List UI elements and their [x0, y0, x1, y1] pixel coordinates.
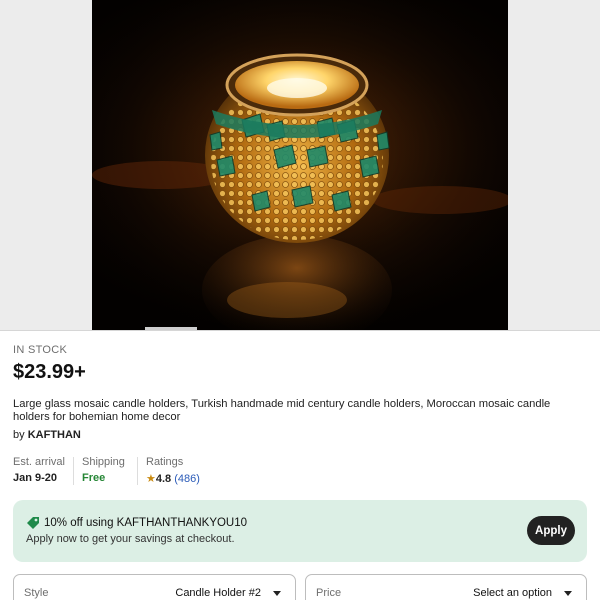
shipping-value: Free [82, 472, 106, 484]
divider [0, 330, 600, 331]
style-select-label: Style [24, 587, 49, 599]
image-gallery[interactable] [0, 0, 600, 331]
listing-title: Large glass mosaic candle holders, Turki… [13, 398, 551, 423]
tag-icon [27, 517, 39, 529]
ratings-info[interactable]: Ratings ★4.8 (486) [146, 456, 200, 486]
estimated-arrival: Est. arrival Jan 9-20 [13, 456, 65, 486]
arrival-label: Est. arrival [13, 456, 65, 468]
divider [137, 457, 138, 485]
style-select-value: Candle Holder #2 [175, 587, 261, 599]
chevron-down-icon [273, 591, 281, 596]
coupon-headline-row: 10% off using KAFTHANTHANKYOU10 [26, 516, 247, 530]
seller-line: by KAFTHAN [13, 429, 81, 441]
star-icon: ★ [146, 473, 156, 485]
product-photo[interactable] [92, 0, 508, 331]
stock-status: IN STOCK [13, 344, 68, 356]
price-select[interactable]: Price Select an option [305, 574, 587, 600]
style-select[interactable]: Style Candle Holder #2 [13, 574, 296, 600]
seller-name-link[interactable]: KAFTHAN [28, 429, 81, 441]
arrival-value: Jan 9-20 [13, 472, 58, 484]
seller-prefix: by [13, 429, 25, 441]
mosaic-candle-holder-photo [92, 0, 508, 331]
divider [73, 457, 74, 485]
coupon-subtext: Apply now to get your savings at checkou… [26, 533, 235, 545]
chevron-down-icon [564, 591, 572, 596]
rating-count-link[interactable]: (486) [174, 473, 200, 485]
ratings-value[interactable]: ★4.8 (486) [146, 472, 200, 485]
ratings-label: Ratings [146, 456, 184, 468]
coupon-banner: 10% off using KAFTHANTHANKYOU10 Apply no… [13, 500, 587, 562]
rating-score: 4.8 [155, 473, 172, 485]
shipping-info: Shipping Free [82, 456, 125, 486]
price-select-value: Select an option [473, 587, 552, 599]
listing-price: $23.99+ [13, 361, 86, 383]
apply-coupon-button[interactable]: Apply [527, 516, 575, 545]
price-select-label: Price [316, 587, 342, 599]
coupon-headline: 10% off using KAFTHANTHANKYOU10 [44, 517, 248, 529]
shipping-label: Shipping [82, 456, 125, 468]
